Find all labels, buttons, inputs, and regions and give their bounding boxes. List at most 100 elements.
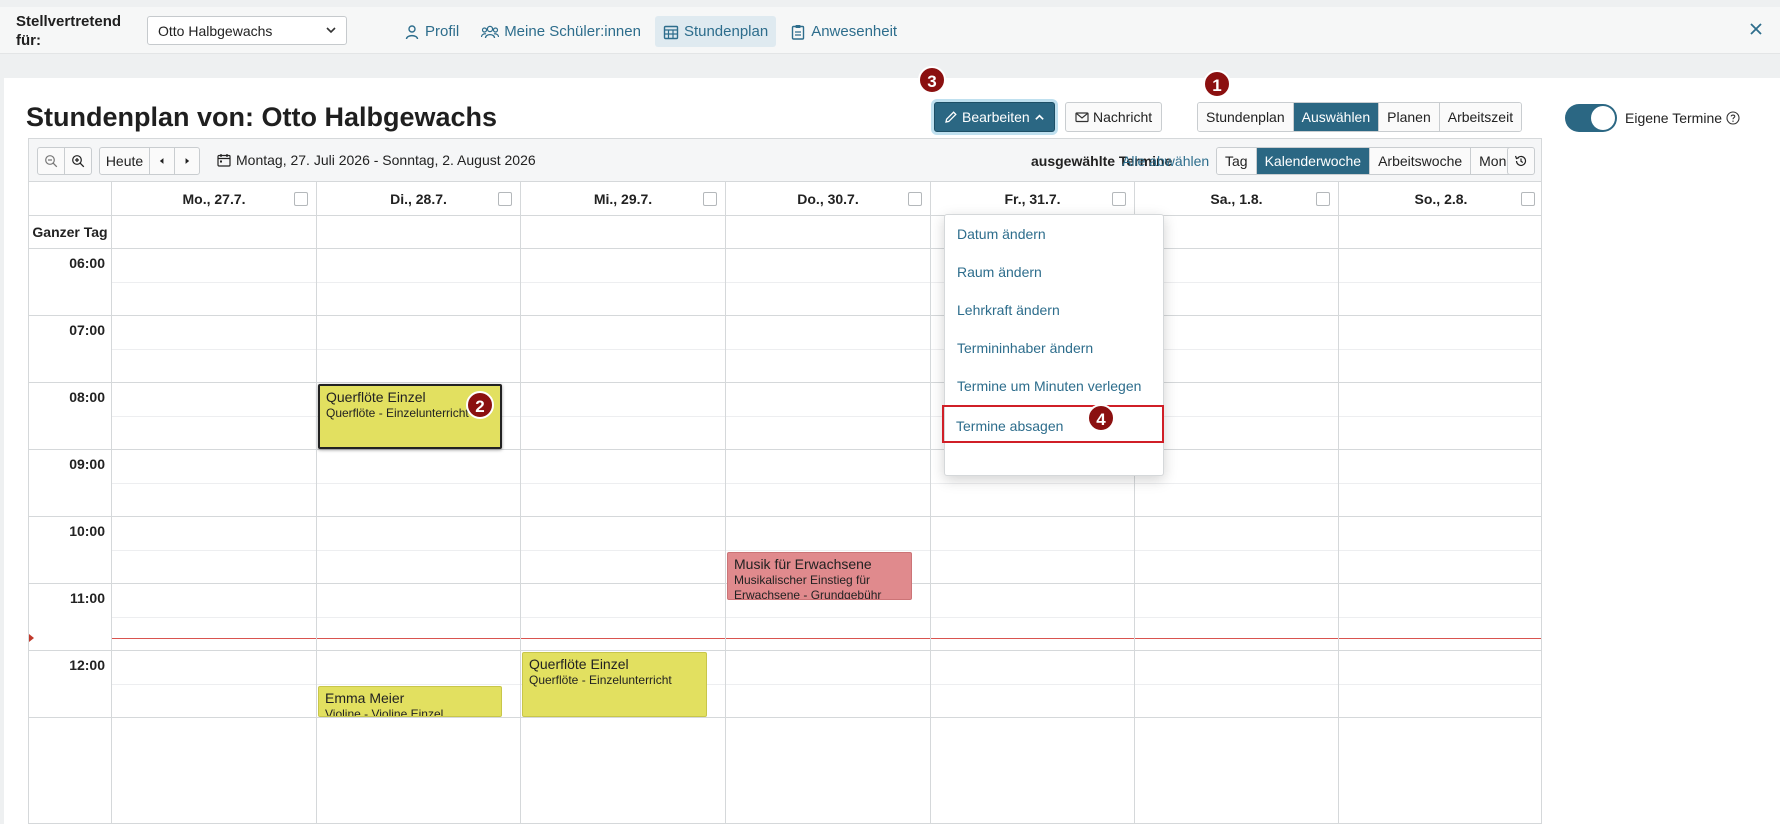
prev-week-button[interactable]	[149, 147, 175, 175]
today-button[interactable]: Heute	[99, 147, 150, 175]
hour-label: 11:00	[69, 590, 105, 606]
allday-label: Ganzer Tag	[32, 224, 108, 240]
edit-menu-item[interactable]: Datum ändern	[945, 215, 1163, 253]
view-arbeitswoche[interactable]: Arbeitswoche	[1370, 148, 1472, 174]
day-select-checkbox[interactable]	[294, 192, 308, 206]
hour-label: 09:00	[69, 456, 105, 472]
history-icon	[1514, 155, 1527, 167]
hour-label: 08:00	[69, 389, 105, 405]
message-button-label: Nachricht	[1093, 109, 1153, 125]
toggle-knob	[1591, 106, 1615, 130]
day-select-checkbox[interactable]	[1521, 192, 1535, 206]
nav-students[interactable]: Meine Schüler:innen	[473, 16, 649, 47]
close-icon[interactable]	[1748, 21, 1764, 37]
marker-3: 3	[918, 66, 946, 94]
calendar-event[interactable]: Querflöte Einzel Querflöte - Einzelunterr…	[522, 652, 707, 717]
event-title: Emma Meier	[325, 689, 405, 706]
view-tag[interactable]: Tag	[1217, 148, 1257, 174]
half-hour-line	[111, 349, 1541, 350]
edit-menu-item[interactable]: Raum ändern	[945, 253, 1163, 291]
hour-label: 10:00	[69, 523, 105, 539]
allday-row: Ganzer Tag	[29, 216, 1541, 249]
nav-profil[interactable]: Profil	[396, 16, 467, 47]
nav-anwesenheit[interactable]: Anwesenheit	[782, 16, 905, 47]
hour-row[interactable]: 08:00	[29, 383, 1541, 450]
marker-2: 2	[466, 391, 494, 419]
pencil-icon	[945, 111, 957, 123]
edit-menu-item[interactable]: Termine absagen	[942, 405, 1164, 443]
event-title: Querflöte Einzel	[529, 656, 629, 672]
day-header-4: Fr., 31.7.	[930, 182, 1134, 216]
user-icon	[405, 24, 419, 39]
mode-stundenplan[interactable]: Stundenplan	[1198, 103, 1294, 131]
day-select-checkbox[interactable]	[703, 192, 717, 206]
calendar-event[interactable]: Musik für Erwachsene Musikalischer Einsti…	[727, 551, 912, 600]
mode-switch: Stundenplan Auswählen Planen Arbeitszeit	[1197, 102, 1523, 132]
event-subtitle: Violine - Violine Einzel	[325, 706, 444, 717]
next-week-button[interactable]	[174, 147, 200, 175]
half-hour-line	[111, 617, 1541, 618]
day-header-label: So., 2.8.	[1414, 191, 1468, 207]
caret-right-icon	[185, 158, 190, 164]
substitute-select[interactable]: Otto Halbgewachs	[147, 16, 347, 45]
mode-planen[interactable]: Planen	[1379, 103, 1440, 131]
hour-row[interactable]: 09:00	[29, 450, 1541, 517]
edit-button[interactable]: Bearbeiten	[934, 102, 1055, 132]
calendar-icon	[217, 154, 231, 167]
nav-anwesenheit-label: Anwesenheit	[811, 23, 898, 40]
mode-auswaehlen[interactable]: Auswählen	[1293, 103, 1380, 131]
help-icon[interactable]	[1726, 111, 1740, 125]
refresh-button[interactable]	[1507, 147, 1535, 175]
day-select-checkbox[interactable]	[1112, 192, 1126, 206]
date-range-text: Montag, 27. Juli 2026 - Sonntag, 2. Augu…	[236, 152, 536, 168]
substitute-label: Stellvertretend für:	[16, 13, 122, 49]
view-kalenderwoche[interactable]: Kalenderwoche	[1256, 148, 1371, 174]
day-column-line	[111, 182, 112, 823]
day-header-6: So., 2.8.	[1338, 182, 1541, 216]
hour-row[interactable]: 12:00	[29, 651, 1541, 718]
event-subtitle: Querflöte - Einzelunterricht	[529, 673, 672, 687]
edit-menu-item[interactable]: Termininhaber ändern	[945, 329, 1163, 367]
nav-stundenplan[interactable]: Stundenplan	[654, 16, 777, 47]
day-select-checkbox[interactable]	[498, 192, 512, 206]
day-column-line	[316, 182, 317, 823]
users-icon	[481, 25, 500, 38]
own-events-toggle[interactable]	[1565, 104, 1617, 132]
date-range[interactable]: Montag, 27. Juli 2026 - Sonntag, 2. Augu…	[217, 152, 536, 168]
mode-arbeitszeit[interactable]: Arbeitszeit	[1439, 103, 1522, 131]
day-header-label: Mo., 27.7.	[182, 191, 246, 207]
hour-label: 12:00	[69, 657, 105, 673]
zoom-out-icon	[45, 155, 58, 168]
top-navigation: Profil Meine Schüler:innen Stundenplan A…	[396, 16, 905, 47]
zoom-in-icon	[72, 155, 85, 168]
day-header-label: Sa., 1.8.	[1210, 191, 1263, 207]
calendar-toolbar: Heute Montag, 27. Juli 2026 - Sonntag, 2…	[29, 139, 1541, 182]
day-header-label: Di., 28.7.	[390, 191, 447, 207]
calendar-event[interactable]: Querflöte Einzel Querflöte - Einzelunterr…	[318, 384, 502, 449]
day-column-line	[520, 182, 521, 823]
day-column-line	[1338, 182, 1339, 823]
edit-menu-item[interactable]: Lehrkraft ändern	[945, 291, 1163, 329]
event-title: Musik für Erwachsene	[734, 555, 872, 572]
time-grid: 06:00 07:00 08:00 09:00 10:00 11:00 12:00 Querf…	[29, 249, 1541, 823]
nav-students-label: Meine Schüler:innen	[504, 23, 641, 40]
edit-menu-item[interactable]: Termine um Minuten verlegen	[945, 367, 1163, 405]
deselect-all-link[interactable]: Alle abwählen	[1122, 153, 1209, 169]
zoom-out-button[interactable]	[37, 147, 65, 175]
marker-1: 1	[1203, 70, 1231, 98]
day-select-checkbox[interactable]	[908, 192, 922, 206]
day-select-checkbox[interactable]	[1316, 192, 1330, 206]
hour-row[interactable]: 06:00	[29, 249, 1541, 316]
hour-row[interactable]: 07:00	[29, 316, 1541, 383]
message-button[interactable]: Nachricht	[1065, 102, 1163, 132]
day-header-3: Do., 30.7.	[725, 182, 930, 216]
nav-profil-label: Profil	[425, 23, 460, 40]
clipboard-icon	[792, 24, 805, 40]
substitute-bar: Stellvertretend für: Otto Halbgewachs Pr…	[0, 7, 1780, 54]
day-header-row: Mo., 27.7. Di., 28.7. Mi., 29.7. Do., 30.7.…	[29, 182, 1541, 216]
nav-stundenplan-label: Stundenplan	[683, 23, 769, 40]
calendar-event[interactable]: Emma Meier Violine - Violine Einzel	[318, 685, 502, 717]
day-column-line	[930, 182, 931, 823]
substitute-select-value: Otto Halbgewachs	[158, 23, 273, 39]
zoom-in-button[interactable]	[64, 147, 92, 175]
